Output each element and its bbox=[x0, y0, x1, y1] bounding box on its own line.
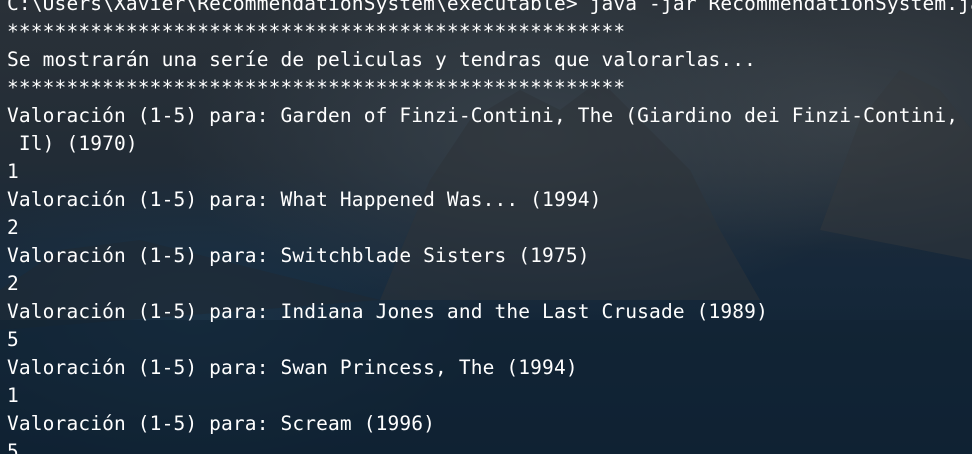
rating-prompt: Valoración (1-5) para: Garden of Finzi-C… bbox=[7, 104, 959, 127]
rating-prompt: Valoración (1-5) para: Indiana Jones and… bbox=[7, 300, 768, 323]
rating-prompt: Valoración (1-5) para: Scream (1996) bbox=[7, 412, 436, 435]
separator-line: ****************************************… bbox=[7, 20, 626, 43]
separator-line: ****************************************… bbox=[7, 76, 626, 99]
terminal-command-line: C:\Users\Xavier\RecommendationSystem\exe… bbox=[7, 0, 972, 15]
rating-answer: 2 bbox=[7, 216, 19, 239]
rating-prompt: Valoración (1-5) para: Switchblade Siste… bbox=[7, 244, 590, 267]
terminal-output: C:\Users\Xavier\RecommendationSystem\exe… bbox=[7, 0, 972, 454]
rating-answer: 2 bbox=[7, 272, 19, 295]
rating-prompt: Valoración (1-5) para: What Happened Was… bbox=[7, 188, 602, 211]
intro-message: Se mostrarán una seríe de peliculas y te… bbox=[7, 48, 757, 71]
rating-prompt-continuation: Il) (1970) bbox=[7, 132, 138, 155]
rating-answer: 1 bbox=[7, 384, 19, 407]
rating-answer: 5 bbox=[7, 440, 19, 454]
rating-answer: 1 bbox=[7, 160, 19, 183]
rating-prompt: Valoración (1-5) para: Swan Princess, Th… bbox=[7, 356, 578, 379]
rating-answer: 5 bbox=[7, 328, 19, 351]
